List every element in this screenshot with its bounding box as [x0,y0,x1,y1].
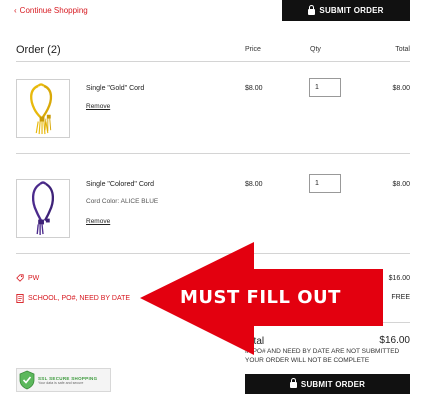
submit-order-button-bottom[interactable]: SUBMIT ORDER [245,374,410,394]
shipping-info-row[interactable]: SCHOOL, PO#, NEED BY DATE [16,294,130,303]
ssl-secure-badge: SSL SECURE SHOPPING Your data is safe an… [16,368,111,392]
summary-divider [245,322,410,323]
shipping-info-label: SCHOOL, PO#, NEED BY DATE [28,295,131,302]
product-image-colored-cord[interactable] [16,179,70,238]
shield-check-icon [19,370,35,390]
chevron-left-icon: ‹ [14,6,17,15]
header-divider [16,61,410,62]
submit-order-button-top[interactable]: SUBMIT ORDER [282,0,410,21]
column-header-price: Price [245,46,261,53]
promo-value: $16.00 [388,275,410,282]
item-price: $8.00 [245,181,263,188]
form-icon [16,294,24,303]
product-image-gold-cord[interactable] [16,79,70,138]
order-total-value: $16.00 [379,335,410,346]
item-total: $8.00 [392,85,410,92]
item-price: $8.00 [245,85,263,92]
item-name: Single "Gold" Cord [86,85,145,92]
submit-order-label: SUBMIT ORDER [300,379,366,389]
item-divider [16,253,410,254]
order-total-label: Total [243,336,265,347]
quantity-input[interactable]: 1 [309,78,341,97]
item-total: $8.00 [392,181,410,188]
promo-code-row[interactable]: PW [16,274,39,282]
lock-icon [289,378,297,388]
quantity-input[interactable]: 1 [309,174,341,193]
item-cord-color: Cord Color: ALICE BLUE [86,198,159,205]
promo-code-label: PW [28,274,40,282]
submit-order-label: SUBMIT ORDER [319,6,384,15]
column-header-total: Total [395,46,410,53]
gold-cord-illustration [30,83,53,135]
tag-icon [16,274,24,282]
shipping-value: FREE [391,294,410,301]
secure-badge-subtitle: Your data is safe and secure [38,380,84,385]
continue-shopping-label: Continue Shopping [19,6,88,15]
remove-item-link[interactable]: Remove [86,103,110,110]
secure-badge-title: SSL SECURE SHOPPING [38,375,98,381]
item-name: Single "Colored" Cord [86,181,155,188]
order-title: Order (2) [16,44,61,56]
continue-shopping-link[interactable]: ‹ Continue Shopping [14,6,88,15]
remove-item-link[interactable]: Remove [86,218,110,225]
annotation-text: MUST FILL OUT [180,287,341,308]
colored-cord-illustration [31,181,55,235]
po-notice: IF PO# AND NEED BY DATE ARE NOT SUBMITTE… [245,348,400,364]
item-divider [16,153,410,154]
column-header-qty: Qty [310,46,321,53]
lock-icon [308,4,316,15]
